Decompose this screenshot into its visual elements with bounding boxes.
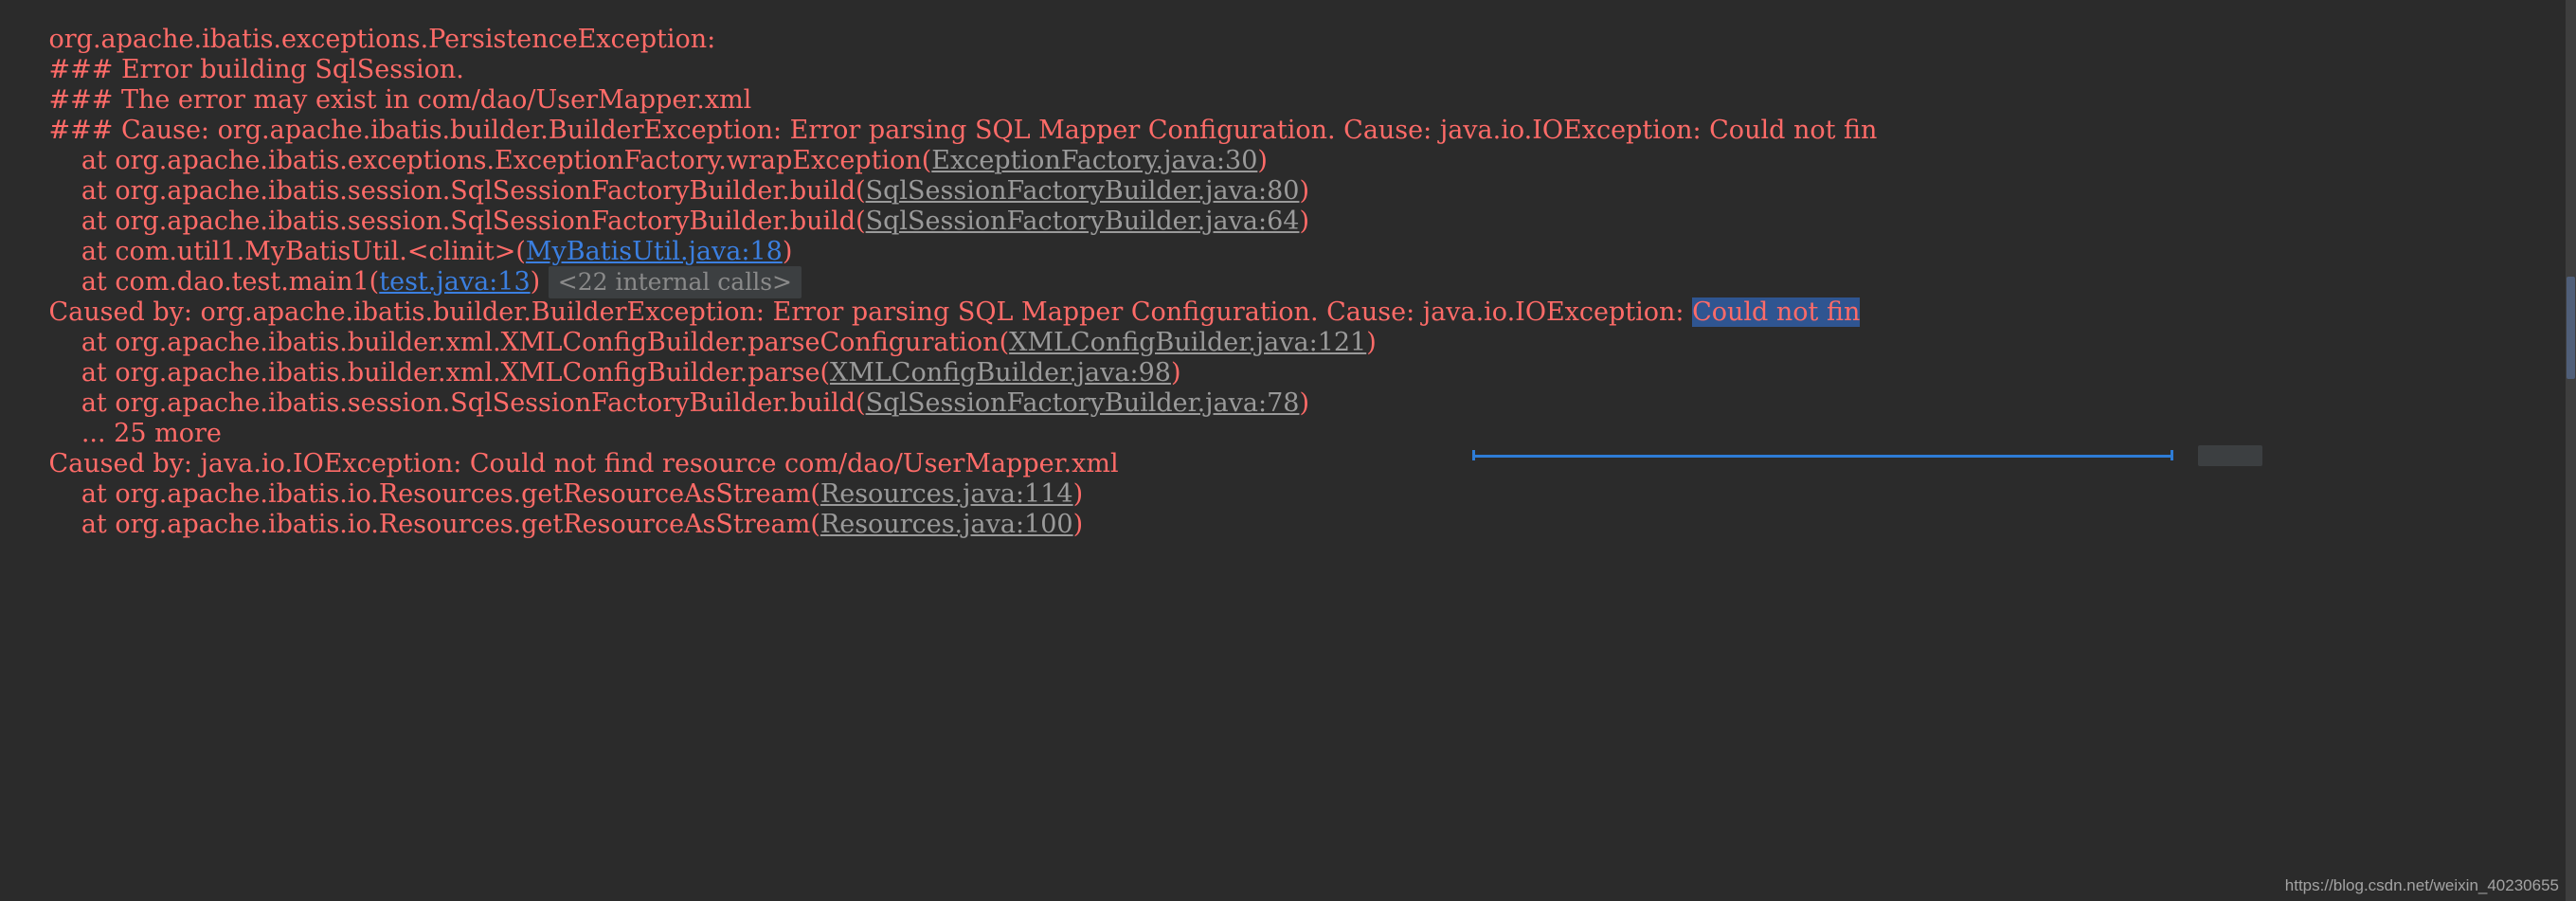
vertical-scrollbar[interactable] [2566,0,2576,901]
stack-frame-row: at org.apache.ibatis.builder.xml.XMLConf… [0,328,2576,387]
error-message-line: ### Error building SqlSession. [0,25,2576,84]
console-output-panel[interactable]: org.apache.ibatis.exceptions.Persistence… [0,0,2576,901]
caused-by-line: Caused by: java.io.IOException: Could no… [0,419,2576,478]
stack-frame-row: at com.dao.test.main1(test.java:13) <22 … [0,237,2576,298]
error-location-line: ### The error may exist in com/dao/UserM… [0,55,2576,115]
vertical-scrollbar-thumb[interactable] [2567,277,2575,379]
fold-region-chip[interactable] [2198,445,2262,466]
watermark-text: https://blog.csdn.net/weixin_40230655 [2284,876,2559,894]
stack-frame-row: at org.apache.ibatis.session.SqlSessionF… [0,146,2576,206]
exception-header-line: org.apache.ibatis.exceptions.Persistence… [0,0,2576,54]
stack-frame-row: at org.apache.ibatis.builder.xml.XMLConf… [0,297,2576,357]
stack-frame-row: at com.util1.MyBatisUtil.<clinit>(MyBati… [0,207,2576,266]
stack-frame-row: at org.apache.ibatis.exceptions.Exceptio… [0,116,2576,175]
more-frames-line: ... 25 more [0,388,2576,448]
stack-frame-row: at org.apache.ibatis.io.Resources.getRes… [0,449,2576,509]
error-cause-line: ### Cause: org.apache.ibatis.builder.Bui… [0,85,2576,145]
source-link[interactable]: Resources.java:100 [820,510,1073,539]
caused-by-line: Caused by: org.apache.ibatis.builder.Bui… [0,267,2576,327]
stack-frame-row: at org.apache.ibatis.session.SqlSessionF… [0,358,2576,418]
frame-method-text: at org.apache.ibatis.io.Resources.getRes… [48,510,820,539]
frame-close-paren: ) [1072,510,1084,539]
stack-frame-row: at org.apache.ibatis.session.SqlSessionF… [0,176,2576,236]
fold-region-marker [1472,450,2173,460]
stack-trace: org.apache.ibatis.exceptions.Persistence… [0,0,2576,539]
stack-frame-row: at org.apache.ibatis.io.Resources.getRes… [0,479,2576,539]
